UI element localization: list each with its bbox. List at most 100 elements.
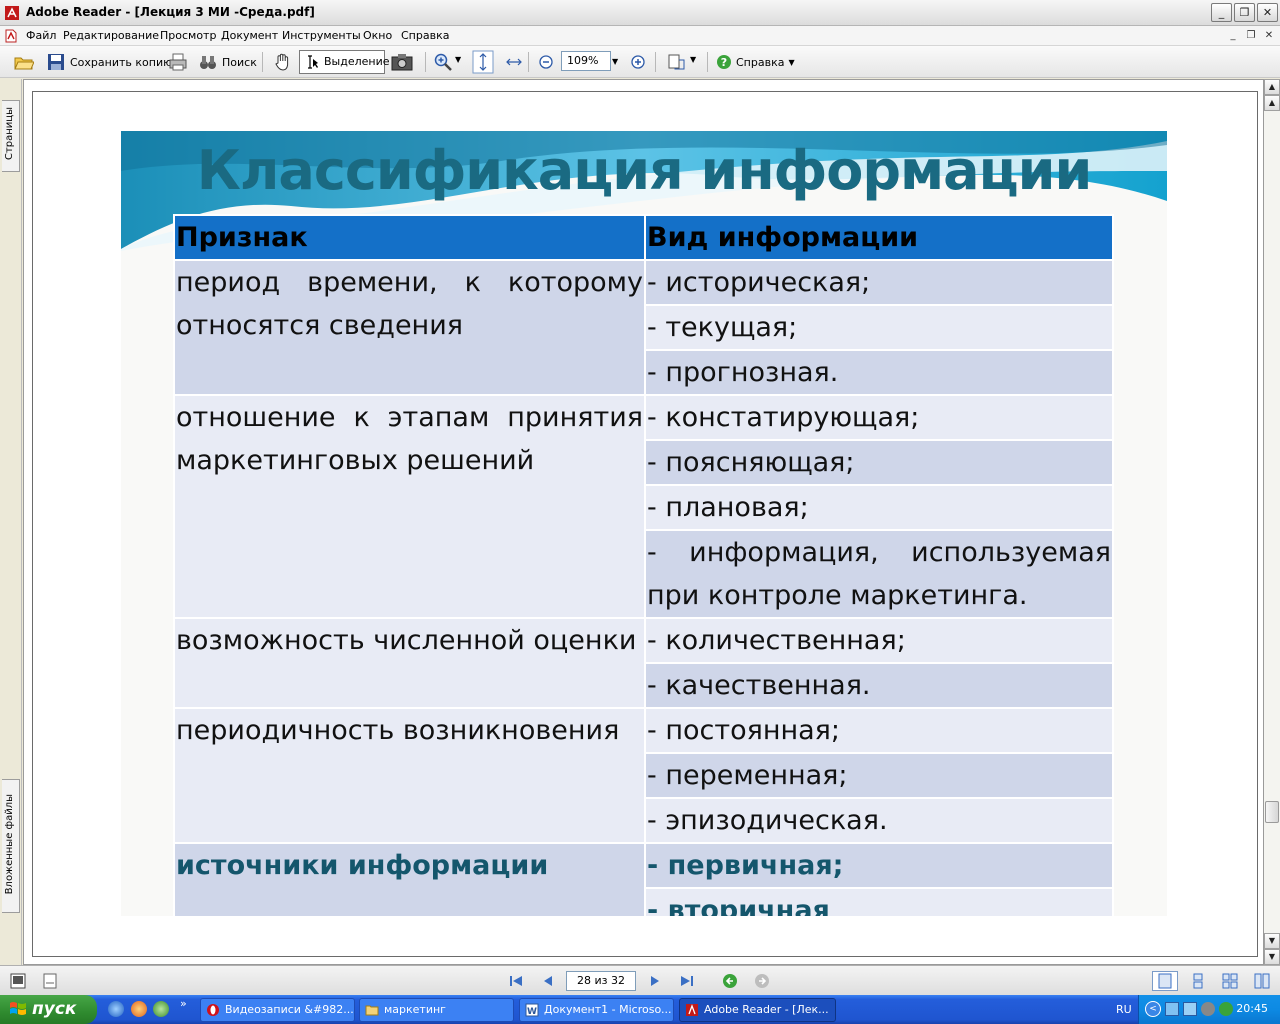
type-cell: - качественная. [644,662,1114,709]
type-cell: - текущая; [644,304,1114,351]
type-cell-highlighted: - вторичная [644,887,1114,916]
language-indicator[interactable]: RU [1116,1003,1132,1016]
tray-network-icon[interactable] [1165,1002,1179,1016]
start-button[interactable]: пуск [0,995,97,1024]
taskbar-item-folder[interactable]: маркетинг [359,998,514,1022]
zoom-tool-dropdown-icon[interactable]: ▼ [455,55,461,64]
fit-width-icon[interactable] [504,52,524,72]
zoom-level-field[interactable]: 109% [561,51,611,71]
search-label: Поиск [222,55,257,69]
type-cell: - плановая; [644,484,1114,531]
doc-restore-button[interactable]: ❐ [1243,29,1259,43]
criterion-cell: возможность численной оценки [173,617,646,709]
open-folder-icon[interactable] [14,52,34,72]
save-copy-button[interactable]: Сохранить копию [46,51,172,73]
quicklaunch-firefox-icon[interactable] [131,1001,147,1017]
tray-antivirus-icon[interactable] [1219,1002,1233,1016]
opera-icon [207,1004,219,1016]
last-page-icon[interactable] [679,973,695,989]
zoom-level-dropdown-icon[interactable]: ▼ [612,57,618,66]
help-label: Справка [736,55,785,69]
scroll-next-button[interactable]: ▼ [1264,933,1280,949]
floppy-disk-icon [48,54,64,70]
single-page-view-icon[interactable] [1152,971,1178,991]
zoom-in-tool-icon[interactable] [433,52,453,72]
type-cell: - постоянная; [644,707,1114,754]
tray-volume-icon[interactable] [1201,1002,1215,1016]
taskbar-item-adobe-reader[interactable]: Adobe Reader - [Лек... [679,998,836,1022]
zoom-in-icon[interactable] [628,52,648,72]
menu-edit[interactable]: Редактирование [63,29,159,42]
zoom-out-icon[interactable] [536,52,556,72]
tray-network-icon-2[interactable] [1183,1002,1197,1016]
menu-view[interactable]: Просмотр [160,29,216,42]
menu-file[interactable]: Файл [26,29,56,42]
binoculars-icon [200,56,216,69]
continuous-view-icon[interactable] [1190,973,1206,989]
menu-window[interactable]: Окно [363,29,392,42]
taskbar-item-word[interactable]: W Документ1 - Microso... [519,998,674,1022]
criterion-cell: отношение к этапам принятия маркетинговы… [173,394,646,619]
previous-page-icon[interactable] [540,973,556,989]
minimize-button[interactable]: _ [1211,3,1232,22]
quicklaunch-browser-icon[interactable] [108,1001,124,1017]
table-header-row: Признак Вид информации [173,214,1114,261]
toolbar-separator [425,52,426,72]
page-size-icon[interactable] [10,973,26,989]
menu-document[interactable]: Документ [221,29,278,42]
help-dropdown-icon: ▼ [788,57,795,67]
select-tool-label: Выделение [324,55,390,68]
clock: 20:45 [1236,1002,1268,1015]
facing-view-icon[interactable] [1222,973,1238,989]
text-cursor-icon [308,55,318,69]
criterion-cell: период времени, к которому относятся све… [173,259,646,396]
quicklaunch-media-icon[interactable] [153,1001,169,1017]
menu-help[interactable]: Справка [401,29,449,42]
doc-close-button[interactable]: ✕ [1261,29,1277,43]
hand-tool-icon[interactable] [273,52,293,72]
start-label: пуск [32,999,77,1019]
snapshot-camera-icon[interactable] [391,52,413,72]
pages-tab[interactable]: Страницы [2,100,20,172]
continuous-facing-view-icon[interactable] [1254,973,1270,989]
close-button[interactable]: ✕ [1257,3,1278,22]
restore-button[interactable]: ❐ [1234,3,1255,22]
search-button[interactable]: Поиск [198,51,257,73]
menu-tools[interactable]: Инструменты [282,29,361,42]
attachments-tab[interactable]: Вложенные файлы [2,779,20,913]
type-cell: - информация, используемая при контроле … [644,529,1114,619]
go-back-icon[interactable] [722,973,738,989]
rotate-dropdown-icon[interactable]: ▼ [690,55,696,64]
help-button[interactable]: ? Справка ▼ [716,51,795,73]
scroll-down-button[interactable]: ▼ [1264,949,1280,965]
scroll-thumb[interactable] [1265,801,1279,823]
doc-minimize-button[interactable]: _ [1225,29,1241,43]
select-tool-button[interactable]: Выделение [299,50,390,74]
page-number-field[interactable]: 28 из 32 [566,971,636,991]
toolbar-separator [707,52,708,72]
first-page-icon[interactable] [508,973,524,989]
type-cell-highlighted: - первичная; [644,842,1114,889]
quicklaunch-more-icon[interactable]: » [180,997,187,1010]
toolbar: Сохранить копию Поиск ▼ ▼ ? Справка ▼ [0,46,1280,78]
page-rotate-icon[interactable] [666,52,686,72]
type-cell: - констатирующая; [644,394,1114,441]
help-icon: ? [717,55,731,69]
fit-page-icon[interactable] [472,50,494,74]
table-row: отношение к этапам принятия маркетинговы… [173,394,1114,619]
next-page-icon[interactable] [647,973,663,989]
svg-text:?: ? [721,56,727,69]
menu-bar: Файл Редактирование Просмотр Документ Ин… [0,26,1280,46]
tray-collapse-icon[interactable]: < [1145,1001,1161,1017]
go-forward-icon[interactable] [754,973,770,989]
printer-icon[interactable] [168,52,188,72]
scroll-previous-button[interactable]: ▲ [1264,95,1280,111]
adobe-reader-icon [5,6,19,20]
taskbar-item-opera[interactable]: Видеозаписи &#982... [200,998,355,1022]
scroll-up-button[interactable]: ▲ [1264,79,1280,95]
vertical-scrollbar[interactable]: ▲ ▲ ▼ ▼ [1264,79,1280,965]
type-cell: - прогнозная. [644,349,1114,396]
page-options-icon[interactable] [42,973,58,989]
attachments-tab-label: Вложенные файлы [4,794,15,895]
windows-taskbar: пуск » Видеозаписи &#982... маркетинг W … [0,995,1280,1024]
